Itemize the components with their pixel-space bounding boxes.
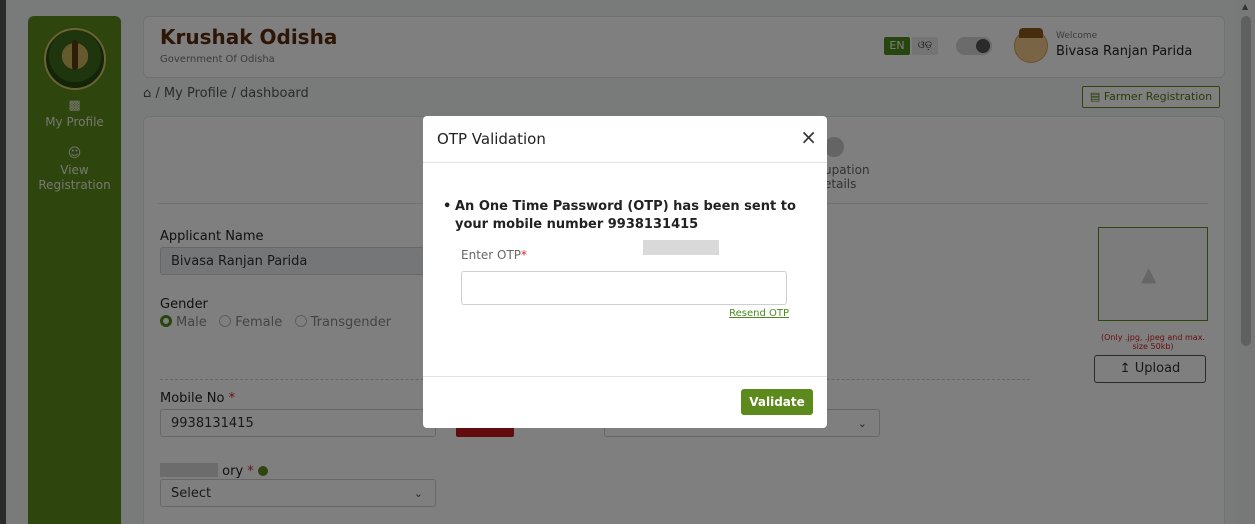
bullet: •: [443, 199, 452, 214]
close-icon[interactable]: ×: [800, 126, 817, 148]
otp-message: • An One Time Password (OTP) has been se…: [443, 198, 805, 234]
modal-title: OTP Validation: [437, 130, 546, 148]
required-marker: *: [521, 248, 528, 262]
resend-otp-link[interactable]: Resend OTP: [729, 308, 789, 319]
modal-header: OTP Validation ×: [423, 116, 827, 163]
otp-modal: OTP Validation × • An One Time Password …: [423, 116, 827, 428]
otp-label: Enter OTP*: [461, 248, 527, 262]
validate-button[interactable]: Validate: [741, 389, 813, 415]
otp-message-text: An One Time Password (OTP) has been sent…: [455, 199, 796, 232]
otp-input[interactable]: [461, 271, 787, 305]
page: ▩ My Profile ☺ View Registration Krushak…: [0, 0, 1255, 524]
redacted-area: [643, 240, 719, 255]
modal-footer-divider: [423, 376, 827, 377]
otp-label-text: Enter OTP: [461, 248, 522, 262]
